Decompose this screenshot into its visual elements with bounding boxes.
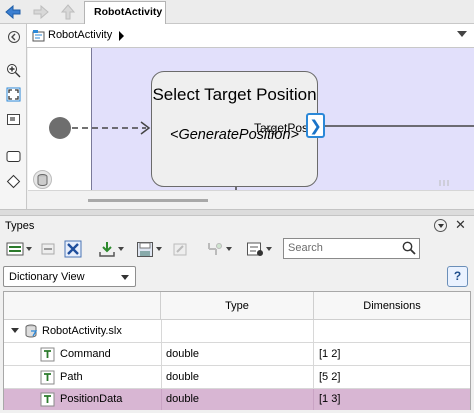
chevron-right-icon: ❯ <box>309 117 322 135</box>
column-header-name[interactable] <box>4 292 161 320</box>
chevron-down-icon <box>121 275 129 280</box>
table-row[interactable]: Path double [5 2] <box>4 366 470 389</box>
bus-type-icon <box>40 347 55 365</box>
actual-size-icon <box>7 114 20 125</box>
edit-icon <box>173 243 187 256</box>
forward-button[interactable] <box>31 2 51 22</box>
zoom-100-button[interactable] <box>4 110 23 129</box>
row-type: double <box>161 389 314 410</box>
state-title: Select Target Position <box>152 85 317 104</box>
tool-palette <box>0 24 27 209</box>
collapse-icon <box>7 30 20 43</box>
row-dimensions: [5 2] <box>319 371 341 383</box>
add-type-button[interactable] <box>3 238 35 260</box>
row-name: Path <box>60 371 83 383</box>
state-tool-button[interactable] <box>4 147 23 166</box>
view-options-icon <box>247 242 263 256</box>
row-name: PositionData <box>60 393 123 405</box>
breadcrumb-arrow-icon[interactable] <box>119 31 124 41</box>
close-icon[interactable]: ✕ <box>455 217 466 233</box>
chevron-down-icon[interactable] <box>11 328 19 333</box>
types-panel-header: Types ✕ <box>0 216 474 235</box>
file-row[interactable]: RobotActivity.slx <box>4 320 470 343</box>
types-toolbar: Search <box>0 237 474 261</box>
export-button[interactable] <box>132 238 166 260</box>
port-label: TargetPos <box>254 121 309 135</box>
row-dimensions: [1 3] <box>319 393 341 405</box>
bus-type-icon <box>40 392 55 410</box>
editor-toolbar: RobotActivity <box>0 0 474 24</box>
delete-icon <box>64 240 82 258</box>
bus-type-icon <box>40 370 55 388</box>
link-button[interactable] <box>202 238 236 260</box>
link-icon <box>208 243 222 255</box>
breadcrumb-item[interactable]: RobotActivity <box>48 29 112 41</box>
resize-grip-icon[interactable] <box>439 180 449 186</box>
delete-button[interactable] <box>62 238 84 260</box>
file-row-label: RobotActivity.slx <box>42 325 122 337</box>
up-arrow-icon <box>61 4 75 20</box>
state-rect-icon <box>6 151 21 162</box>
search-icon[interactable] <box>402 241 416 258</box>
row-name: Command <box>60 348 111 360</box>
diamond-icon <box>6 174 21 189</box>
table-row-selected[interactable]: PositionData double [1 3] <box>4 389 470 410</box>
junction-tool-button[interactable] <box>4 172 23 191</box>
search-placeholder: Search <box>288 242 323 254</box>
panel-menu-icon[interactable] <box>434 219 447 232</box>
database-icon <box>37 173 48 186</box>
import-button[interactable] <box>94 238 128 260</box>
zoom-in-icon <box>7 64 21 78</box>
add-element-button[interactable] <box>38 238 58 260</box>
row-dimensions: [1 2] <box>319 348 341 360</box>
view-dropdown[interactable]: Dictionary View <box>3 266 136 287</box>
back-arrow-icon <box>5 5 21 19</box>
forward-arrow-icon <box>33 5 49 19</box>
column-header-dimensions[interactable]: Dimensions <box>314 292 470 320</box>
add-element-icon <box>41 243 55 255</box>
panel-splitter[interactable] <box>0 209 474 216</box>
view-dropdown-value: Dictionary View <box>9 271 85 283</box>
default-transition-dot[interactable] <box>49 117 71 139</box>
table-row[interactable]: Command double [1 2] <box>4 343 470 366</box>
panel-title: Types <box>5 220 35 232</box>
row-type: double <box>161 343 314 365</box>
add-bus-icon <box>6 242 24 256</box>
hide-explorer-button[interactable] <box>4 27 23 46</box>
tab-label: RobotActivity <box>94 6 163 18</box>
up-button[interactable] <box>58 2 78 22</box>
model-data-button[interactable] <box>33 170 52 189</box>
breadcrumb: RobotActivity <box>27 24 474 48</box>
tab-robotactivity[interactable]: RobotActivity <box>84 1 166 24</box>
chevron-down-icon[interactable] <box>457 31 467 37</box>
help-icon: ? <box>453 269 462 283</box>
scrollbar-thumb[interactable] <box>88 199 208 202</box>
fit-view-icon <box>6 87 21 102</box>
fit-to-view-button[interactable] <box>4 85 23 104</box>
output-port[interactable]: ❯ <box>306 113 325 138</box>
zoom-in-button[interactable] <box>4 61 23 80</box>
search-input[interactable]: Search <box>283 238 420 259</box>
back-button[interactable] <box>3 2 23 22</box>
slx-file-icon <box>24 324 38 341</box>
horizontal-scrollbar[interactable] <box>28 190 474 209</box>
types-table: Type Dimensions RobotActivity.slx Comman… <box>3 291 471 410</box>
help-button[interactable]: ? <box>447 266 468 287</box>
diagram-canvas[interactable]: Select Target Position <GeneratePosition… <box>28 48 474 190</box>
save-icon <box>137 241 153 257</box>
row-type: double <box>161 366 314 388</box>
column-header-type[interactable]: Type <box>161 292 314 320</box>
table-cell <box>161 320 314 342</box>
import-icon <box>99 241 115 257</box>
chart-icon <box>32 29 45 45</box>
view-options-button[interactable] <box>242 238 276 260</box>
edit-button[interactable] <box>168 238 192 260</box>
